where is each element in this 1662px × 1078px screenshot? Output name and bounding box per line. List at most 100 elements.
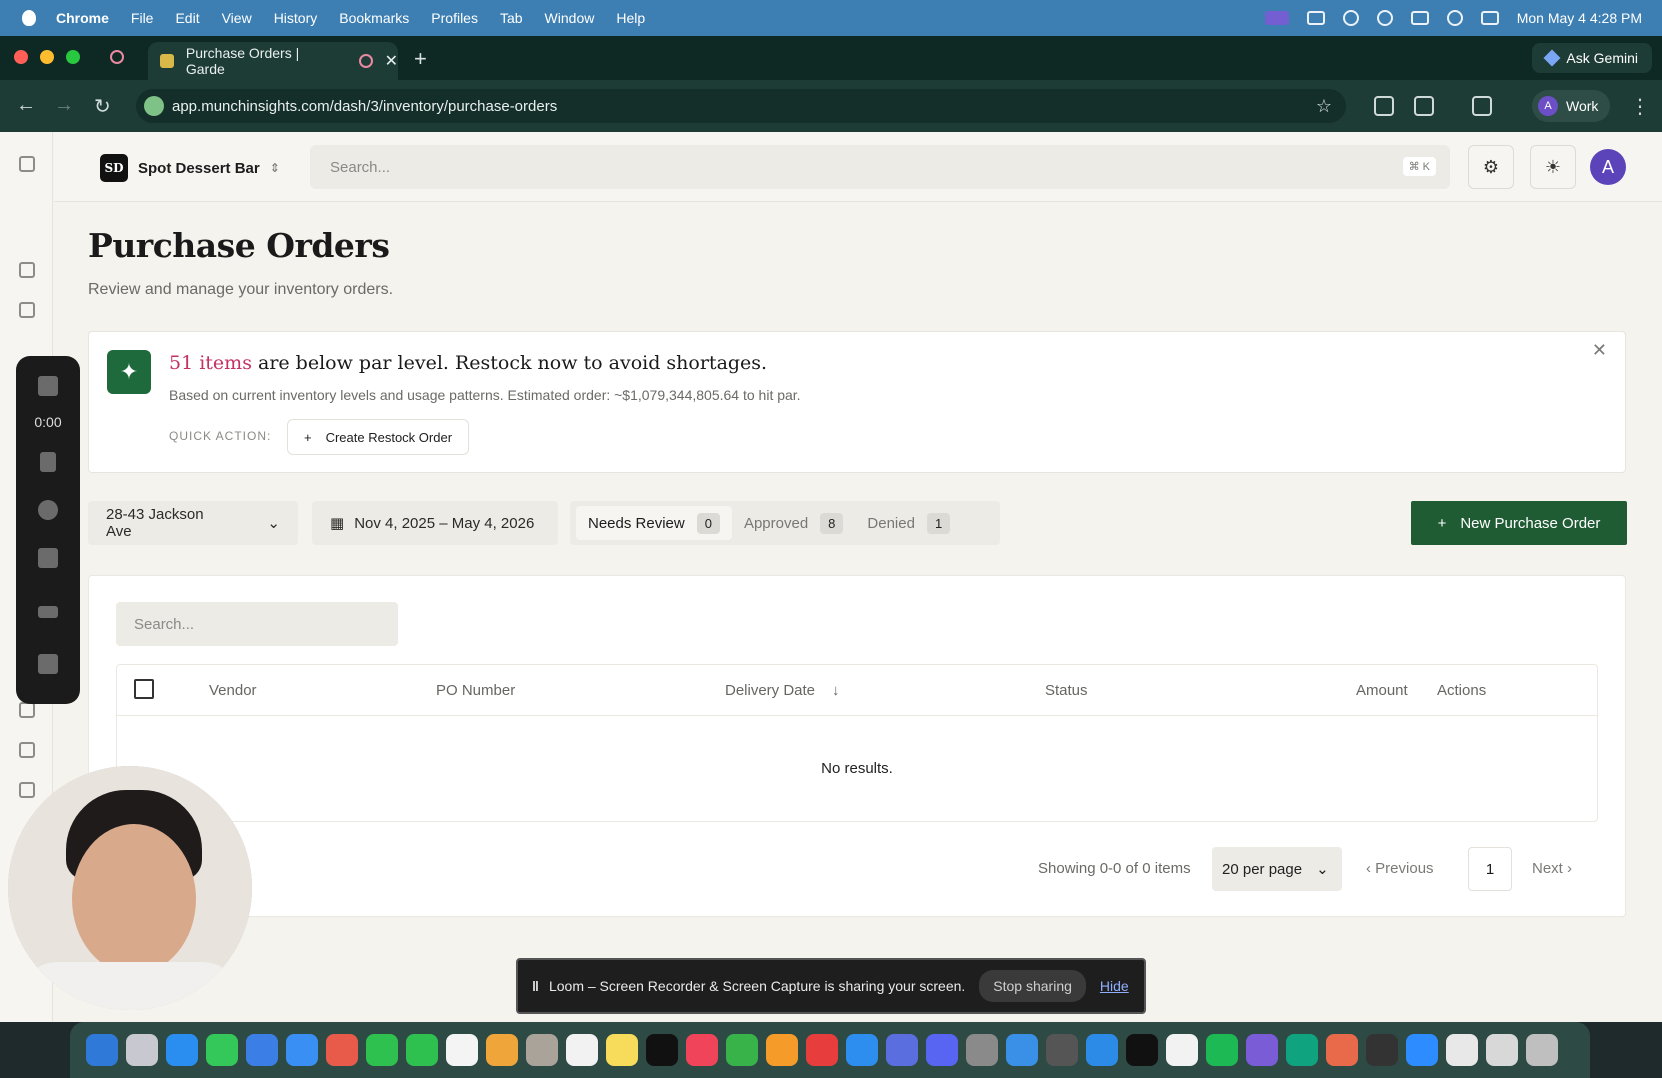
next-page-button[interactable]: Next › bbox=[1532, 860, 1572, 877]
grid-icon[interactable] bbox=[38, 654, 58, 674]
dock-calendar-icon[interactable] bbox=[446, 1034, 478, 1066]
menu-history[interactable]: History bbox=[274, 10, 318, 26]
window-close-button[interactable] bbox=[14, 50, 28, 64]
menu-window[interactable]: Window bbox=[545, 10, 595, 26]
webcam-bubble[interactable] bbox=[8, 766, 252, 1010]
dock-rocket-icon[interactable] bbox=[806, 1034, 838, 1066]
back-arrow-icon[interactable]: ← bbox=[16, 94, 36, 117]
theme-toggle-button[interactable]: ☀ bbox=[1530, 145, 1576, 189]
dock-safari-icon[interactable] bbox=[166, 1034, 198, 1066]
extension-badge-icon[interactable] bbox=[1374, 96, 1394, 116]
dock-spotify-icon[interactable] bbox=[1206, 1034, 1238, 1066]
tab-search-icon[interactable] bbox=[1472, 96, 1492, 116]
dock-trash-icon[interactable] bbox=[1526, 1034, 1558, 1066]
browser-menu-icon[interactable]: ⋮ bbox=[1630, 94, 1650, 119]
window-zoom-button[interactable] bbox=[66, 50, 80, 64]
dock-launchpad-icon[interactable] bbox=[126, 1034, 158, 1066]
tab-close-icon[interactable]: ✕ bbox=[385, 51, 398, 71]
table-search-input[interactable]: Search... bbox=[116, 602, 398, 646]
menu-file[interactable]: File bbox=[131, 10, 154, 26]
bookmark-star-icon[interactable]: ☆ bbox=[1316, 96, 1332, 117]
restart-icon[interactable] bbox=[38, 500, 58, 520]
dock-xcode-icon[interactable] bbox=[1086, 1034, 1118, 1066]
menubar-clock[interactable]: Mon May 4 4:28 PM bbox=[1517, 10, 1642, 26]
dock-contacts-icon[interactable] bbox=[526, 1034, 558, 1066]
page-number-button[interactable]: 1 bbox=[1468, 847, 1512, 891]
menu-app-name[interactable]: Chrome bbox=[56, 10, 109, 26]
menu-tab[interactable]: Tab bbox=[500, 10, 523, 26]
dock-discord-icon[interactable] bbox=[926, 1034, 958, 1066]
date-range-picker[interactable]: ▦ Nov 4, 2025 – May 4, 2026 bbox=[312, 501, 558, 545]
dock-claude-icon[interactable] bbox=[1326, 1034, 1358, 1066]
per-page-select[interactable]: 20 per page ⌄ bbox=[1212, 847, 1342, 891]
home-icon[interactable] bbox=[19, 262, 35, 278]
control-center-icon[interactable] bbox=[1480, 11, 1499, 25]
new-tab-button[interactable]: + bbox=[414, 46, 427, 72]
location-select[interactable]: 28-43 Jackson Ave ⌄ bbox=[88, 501, 298, 545]
user-avatar[interactable]: A bbox=[1590, 149, 1626, 185]
dock-downloads-icon[interactable] bbox=[1486, 1034, 1518, 1066]
browser-tab-active[interactable]: Purchase Orders | Garde ✕ bbox=[148, 42, 398, 80]
sort-arrow-down-icon[interactable]: ↓ bbox=[832, 682, 840, 699]
column-delivery-date[interactable]: Delivery Date bbox=[725, 682, 815, 699]
dock-podcasts-icon[interactable] bbox=[1246, 1034, 1278, 1066]
new-purchase-order-button[interactable]: + New Purchase Order bbox=[1411, 501, 1627, 545]
column-vendor[interactable]: Vendor bbox=[209, 682, 257, 699]
dock-phone-icon[interactable] bbox=[406, 1034, 438, 1066]
dock-zoom-icon[interactable] bbox=[1406, 1034, 1438, 1066]
select-all-checkbox[interactable] bbox=[134, 679, 154, 699]
wifi-icon[interactable] bbox=[1376, 10, 1393, 26]
extensions-puzzle-icon[interactable] bbox=[1414, 96, 1434, 116]
window-minimize-button[interactable] bbox=[40, 50, 54, 64]
hide-sharing-bar-link[interactable]: Hide bbox=[1100, 978, 1129, 994]
trash-icon[interactable] bbox=[38, 548, 58, 568]
previous-page-button[interactable]: ‹ Previous bbox=[1366, 860, 1434, 877]
ask-gemini-button[interactable]: Ask Gemini bbox=[1532, 43, 1652, 73]
site-info-icon[interactable] bbox=[144, 96, 164, 116]
dock-system-settings-icon[interactable] bbox=[966, 1034, 998, 1066]
dock-terminal-icon[interactable] bbox=[1126, 1034, 1158, 1066]
apple-icon[interactable] bbox=[22, 10, 36, 26]
dock-facetime-icon[interactable] bbox=[366, 1034, 398, 1066]
stop-recording-icon[interactable] bbox=[38, 376, 58, 396]
rewind-icon[interactable] bbox=[38, 606, 58, 618]
sidebar-toggle-icon[interactable] bbox=[19, 156, 35, 172]
document-icon[interactable] bbox=[19, 702, 35, 718]
dock-photos-icon[interactable] bbox=[486, 1034, 518, 1066]
menu-view[interactable]: View bbox=[222, 10, 252, 26]
dock-cube-icon[interactable] bbox=[1366, 1034, 1398, 1066]
dock-music-icon[interactable] bbox=[686, 1034, 718, 1066]
menu-profiles[interactable]: Profiles bbox=[431, 10, 478, 26]
dock-messages-icon[interactable] bbox=[206, 1034, 238, 1066]
column-amount[interactable]: Amount bbox=[1356, 682, 1408, 699]
truck-icon[interactable] bbox=[19, 742, 35, 758]
dock-numbers-icon[interactable] bbox=[726, 1034, 758, 1066]
menu-bookmarks[interactable]: Bookmarks bbox=[339, 10, 409, 26]
spotlight-search-icon[interactable] bbox=[1446, 10, 1463, 26]
reload-icon[interactable]: ↻ bbox=[94, 94, 111, 119]
dock-maps-icon[interactable] bbox=[326, 1034, 358, 1066]
global-search-input[interactable]: Search... ⌘ K bbox=[310, 145, 1450, 189]
focus-icon[interactable] bbox=[1342, 10, 1359, 26]
menu-help[interactable]: Help bbox=[616, 10, 645, 26]
stop-sharing-button[interactable]: Stop sharing bbox=[979, 970, 1086, 1002]
close-icon[interactable]: ✕ bbox=[1592, 340, 1607, 361]
dock-tv-icon[interactable] bbox=[646, 1034, 678, 1066]
extension-status-icon[interactable] bbox=[1306, 11, 1325, 25]
dock-keynote-icon[interactable] bbox=[246, 1034, 278, 1066]
dock-cursor-icon[interactable] bbox=[1046, 1034, 1078, 1066]
sparkle-icon[interactable] bbox=[19, 302, 35, 318]
tab-denied[interactable]: Denied 1 bbox=[855, 506, 962, 540]
dock-notes-icon[interactable] bbox=[606, 1034, 638, 1066]
dock-files-icon[interactable] bbox=[1006, 1034, 1038, 1066]
pause-icon[interactable] bbox=[40, 452, 56, 472]
org-switcher[interactable]: SD Spot Dessert Bar ⇕ bbox=[100, 154, 280, 182]
dock-app-store-icon[interactable] bbox=[846, 1034, 878, 1066]
column-status[interactable]: Status bbox=[1045, 682, 1088, 699]
dock-chatgpt-icon[interactable] bbox=[1286, 1034, 1318, 1066]
column-po-number[interactable]: PO Number bbox=[436, 682, 515, 699]
battery-icon[interactable] bbox=[1410, 11, 1429, 25]
profile-button[interactable]: A Work bbox=[1532, 90, 1611, 122]
address-bar[interactable]: app.munchinsights.com/dash/3/inventory/p… bbox=[136, 89, 1346, 123]
dock-chrome-icon[interactable] bbox=[1446, 1034, 1478, 1066]
